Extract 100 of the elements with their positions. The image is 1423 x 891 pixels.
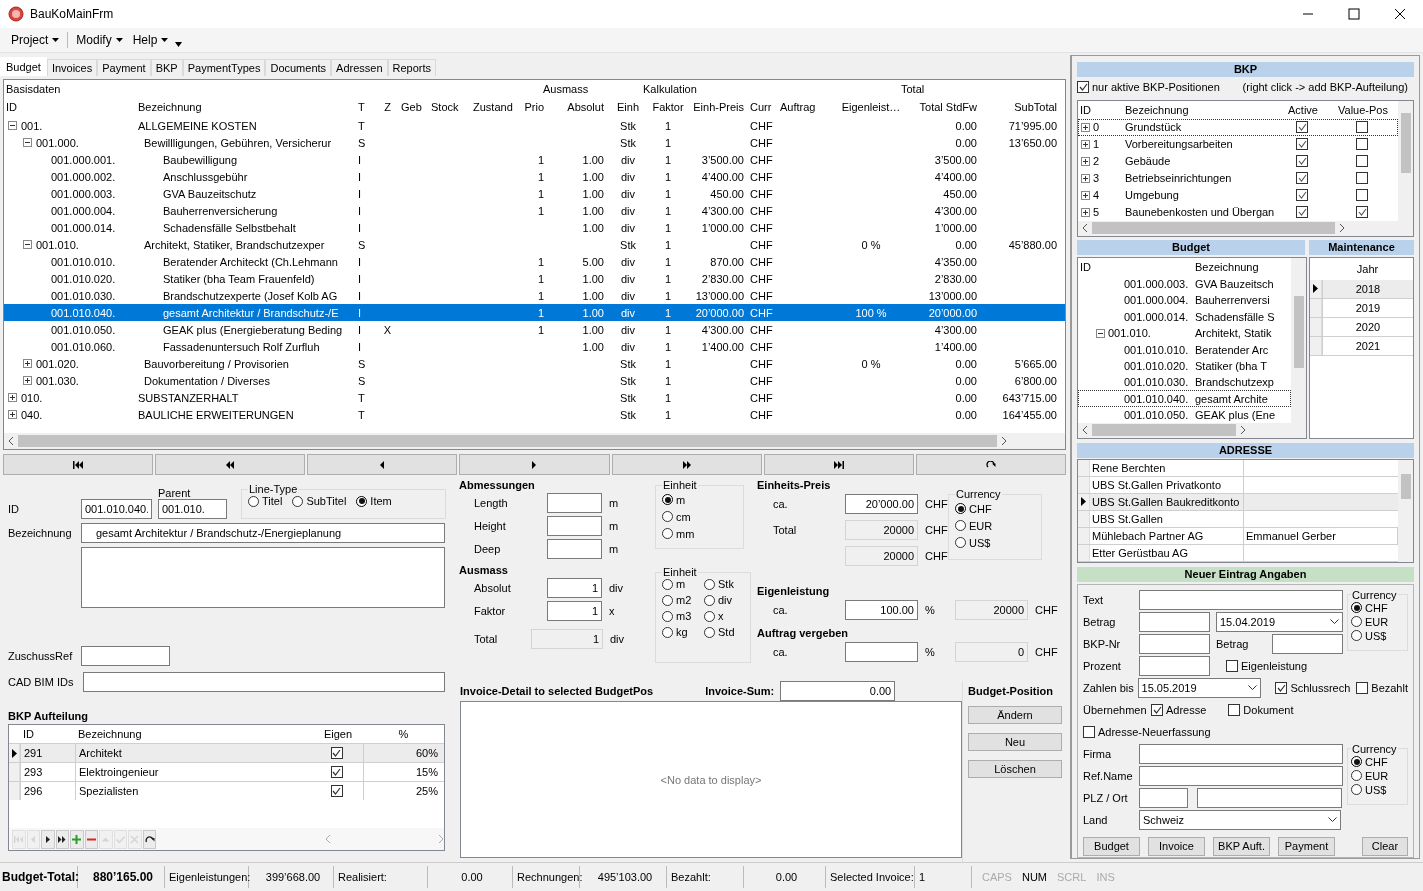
action-button[interactable]: Budget [1083,836,1140,856]
vertical-scrollbar[interactable] [1398,100,1413,236]
radio-button[interactable]: Std [704,626,744,638]
dimension-field[interactable] [547,492,602,513]
plz-field[interactable] [1139,787,1188,808]
amount-field[interactable]: 20000 [955,600,1028,620]
cad-bim-ids-field[interactable] [83,672,445,692]
checkbox[interactable]: Dokument [1228,703,1294,716]
action-button[interactable]: BKP Auft. [1213,836,1270,856]
column-header[interactable]: Stock [429,101,471,113]
id-field[interactable]: 001.010.040. [81,499,152,519]
price-field[interactable]: 20000 [845,546,918,566]
column-header[interactable]: ID [1078,260,1193,273]
column-header[interactable]: Einh [608,101,648,113]
action-button[interactable]: Neu [968,733,1062,751]
notes-area[interactable] [81,547,445,608]
radio-button[interactable]: x [704,610,744,622]
next-button[interactable] [41,829,55,849]
column-header[interactable]: Value-Pos [1331,103,1393,116]
table-row[interactable]: UBS St.Gallen Privatkonto [1078,476,1398,494]
column-header[interactable]: Zustand [471,101,516,113]
checkbox[interactable]: Eigenleistung [1226,659,1308,672]
radio-button[interactable]: SubTitel [292,495,347,507]
table-row[interactable]: 2020 [1310,317,1413,337]
row-header[interactable] [1310,279,1322,298]
column-header[interactable]: Curr [748,101,778,113]
radio-button[interactable]: div [704,594,744,606]
radio-button[interactable]: CHF [1351,754,1388,769]
column-header[interactable]: Eigen [310,728,363,740]
bkp-nr-field[interactable] [1139,633,1210,654]
column-header[interactable]: Total StdFw [906,101,981,113]
expand-icon[interactable] [23,359,32,368]
table-row[interactable]: Mühlebach Partner AG Emmanuel Gerber [1078,527,1398,545]
scroll-right-icon[interactable] [1001,437,1008,445]
table-row[interactable]: 296 Spezialisten 25% [9,781,444,800]
tab[interactable]: Reports [387,59,437,76]
dimension-field[interactable] [547,538,602,559]
horizontal-scrollbar[interactable] [4,433,1065,449]
checkbox[interactable] [1296,121,1308,134]
action-button[interactable]: Ändern [968,706,1062,724]
action-button[interactable]: Payment [1278,836,1335,856]
checkbox[interactable] [1356,189,1368,202]
radio-button[interactable]: CHF [955,500,992,517]
checkbox[interactable] [330,785,343,797]
horizontal-scrollbar[interactable] [1078,220,1398,236]
parent-field[interactable]: 001.010. [158,499,227,519]
radio-button[interactable]: cm [662,508,691,525]
tab[interactable]: Budget [0,57,47,76]
row-header[interactable] [9,744,20,762]
scroll-right-icon[interactable] [1339,224,1346,233]
radio-button[interactable]: US$ [955,534,991,551]
quantity-field[interactable]: 1 [547,577,602,598]
collapse-icon[interactable] [23,240,32,249]
checkbox[interactable] [1356,121,1368,134]
radio-button[interactable]: kg [662,626,704,638]
amount-field[interactable] [1272,633,1343,654]
column-header[interactable]: Bezeichnung [1123,103,1273,116]
amount-field[interactable] [1139,611,1210,632]
column-header[interactable]: Einh-Preis [688,101,748,113]
zuschuss-ref-field[interactable] [81,646,170,666]
price-field[interactable]: 20’000.00 [845,494,918,514]
table-row[interactable]: 2018 [1310,279,1413,299]
action-button[interactable]: Clear [1362,836,1408,856]
vertical-scrollbar[interactable] [1398,459,1413,562]
expand-icon[interactable] [8,393,17,402]
column-header[interactable]: Bezeichnung [136,101,356,113]
checkbox[interactable]: Schlussrech [1275,681,1351,694]
horizontal-scrollbar[interactable] [1078,423,1291,438]
expand-icon[interactable] [1081,173,1090,183]
column-header[interactable]: ID [20,728,75,740]
table-row[interactable]: 2021 [1310,336,1413,356]
expand-icon[interactable] [1081,122,1090,132]
column-header[interactable]: ID [1078,103,1123,116]
amount-field[interactable]: 0 [955,642,1028,662]
ref-name-field[interactable] [1139,765,1343,786]
column-header[interactable]: Prio [516,101,548,113]
radio-button[interactable]: EUR [1351,768,1389,783]
radio-button[interactable]: m [662,491,686,508]
checkbox[interactable] [1356,206,1368,219]
table-row[interactable]: 291 Architekt 60% [9,743,444,762]
vertical-scrollbar[interactable] [1291,257,1306,438]
overflow-icon[interactable] [175,41,183,47]
percent-field[interactable]: 100.00 [845,600,918,620]
column-header[interactable]: Bezeichnung [1193,260,1290,273]
checkbox[interactable] [1356,155,1368,168]
radio-button[interactable]: US$ [1351,782,1387,797]
price-field[interactable]: 20000 [845,520,918,540]
date-dropdown[interactable]: 15.05.2019 [1137,677,1262,698]
ort-field[interactable] [1197,787,1342,808]
expand-icon[interactable] [1081,190,1090,200]
maximize-icon[interactable] [1348,8,1360,20]
selected-row[interactable]: 001.010.040. gesamt Architektur / Brandschutz-/E I 1 1.00 div 1 20’000.00 CHF 100 % 20’000.00 [4,304,1065,321]
action-button[interactable]: Invoice [1148,836,1205,856]
table-row[interactable]: Rene Berchten [1078,459,1398,477]
table-row[interactable]: Etter Gerüstbau AG [1078,544,1398,562]
table-row[interactable]: 2019 [1310,298,1413,318]
checkbox[interactable]: Bezahlt [1356,681,1408,694]
checkbox[interactable] [330,766,343,778]
expand-icon[interactable] [23,376,32,385]
invoice-sum-field[interactable]: 0.00 [780,681,896,701]
